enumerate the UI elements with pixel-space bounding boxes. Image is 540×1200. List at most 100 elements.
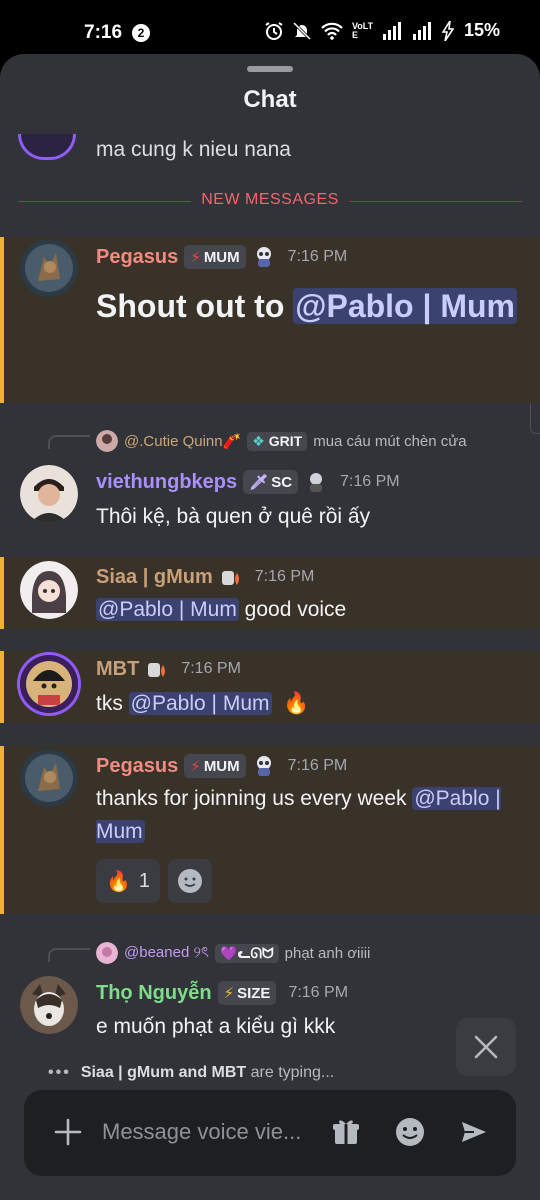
signal-icon-2 <box>412 21 431 40</box>
lightning-icon: ⚡ <box>223 985 235 1002</box>
role-tag-label: MUM <box>203 248 240 266</box>
message-time: 7:16 PM <box>288 984 349 1001</box>
lightning-icon: ⚡ <box>190 249 201 266</box>
emoji-icon[interactable] <box>394 1116 426 1148</box>
message-text: thanks for joinning us every week <box>96 787 413 810</box>
reaction-count: 1 <box>138 869 151 892</box>
message-author[interactable]: MBT <box>96 658 139 681</box>
reply-role-tag: ❖ GRIT <box>247 431 308 451</box>
reply-text: phạt anh ơiiii <box>284 944 371 962</box>
status-bar: 7:16 2 VoLTE 15% <box>0 0 540 54</box>
sword-icon: 🗡 <box>249 474 269 491</box>
reply-preview[interactable]: @beaned ୨ৎ 💜ᓚᘏᗢ phạt anh ơiiii <box>96 941 370 965</box>
avatar[interactable] <box>20 561 78 619</box>
wifi-icon <box>321 22 343 40</box>
role-tag-label: MUM <box>203 757 240 775</box>
gift-icon[interactable] <box>330 1116 362 1148</box>
message-author[interactable]: Pegasus <box>96 755 178 778</box>
heart-icon: 💜 <box>219 944 238 961</box>
reply-role-tag-label: ᓚᘏᗢ <box>237 944 274 961</box>
typing-indicator: ••• Siaa | gMum and MBT are typing... <box>48 1064 334 1082</box>
message-body: tks @Pablo | Mum 🔥 <box>96 687 520 720</box>
badge-icon <box>148 663 166 677</box>
user-mention[interactable]: @Pablo | Mum <box>128 692 272 715</box>
reply-avatar <box>96 430 118 452</box>
reply-avatar <box>96 942 118 964</box>
reply-role-tag-label: GRIT <box>268 432 303 449</box>
notification-count-badge: 2 <box>132 24 150 42</box>
message-body: Thôi kệ, bà quen ở quê rồi ấy <box>96 505 371 528</box>
reply-connector <box>48 948 90 962</box>
avatar[interactable] <box>20 976 78 1034</box>
role-tag[interactable]: 🗡 SC <box>243 470 299 494</box>
reply-preview[interactable]: @.Cutie Quinn🧨 ❖ GRIT mua cáu mút chèn c… <box>96 429 467 453</box>
mute-bell-icon <box>292 21 312 40</box>
message-composer <box>24 1090 516 1176</box>
badge-icon <box>256 247 271 267</box>
user-mention[interactable]: @Pablo | Mum <box>96 598 239 621</box>
close-button[interactable] <box>456 1018 516 1076</box>
alarm-icon <box>265 21 283 40</box>
message-author[interactable]: Pegasus <box>96 246 178 269</box>
message-item[interactable]: Siaa | gMum 7:16 PM @Pablo | Mum good vo… <box>0 557 540 629</box>
typing-dots-icon: ••• <box>48 1064 71 1081</box>
message-time: 7:16 PM <box>340 473 400 490</box>
drag-handle[interactable] <box>247 66 293 72</box>
role-tag[interactable]: ⚡ MUM <box>184 245 246 269</box>
message-input[interactable] <box>102 1112 312 1152</box>
role-tag[interactable]: ⚡ SIZE <box>217 981 277 1005</box>
status-icons: VoLTE 15% <box>264 20 500 41</box>
avatar[interactable] <box>20 749 78 807</box>
role-tag[interactable]: ⚡ MUM <box>184 754 246 778</box>
message-item[interactable]: Pegasus ⚡ MUM 7:16 PM Shout out to @Pablo… <box>0 237 540 403</box>
reply-role-tag: 💜ᓚᘏᗢ <box>214 943 279 963</box>
message-item[interactable]: viethungbkeps 🗡 SC 7:16 PM Thôi kệ, bà qu… <box>0 457 540 537</box>
fire-emoji: 🔥 <box>283 692 310 715</box>
reaction-emoji: 🔥 <box>106 870 131 893</box>
plus-icon[interactable] <box>52 1116 84 1148</box>
avatar[interactable] <box>20 655 78 713</box>
message-time: 7:16 PM <box>254 568 315 585</box>
close-icon <box>474 1035 498 1059</box>
charging-icon <box>441 20 454 41</box>
message-author[interactable]: Thọ Nguyễn <box>96 982 212 1005</box>
diamond-icon: ❖ <box>252 432 265 449</box>
typing-suffix: are typing... <box>246 1064 335 1081</box>
message-text: tks <box>96 692 129 715</box>
message-author[interactable]: Siaa | gMum <box>96 566 213 589</box>
signal-icon-1 <box>382 21 401 40</box>
reply-text: mua cáu mút chèn cửa <box>313 432 467 450</box>
send-icon[interactable] <box>458 1116 490 1148</box>
message-item[interactable]: MBT 7:16 PM tks @Pablo | Mum 🔥 <box>0 651 540 723</box>
message-item[interactable]: Pegasus ⚡ MUM 7:16 PM thanks for joinning… <box>0 746 540 914</box>
avatar[interactable] <box>20 239 78 297</box>
message-body: @Pablo | Mum good voice <box>96 593 520 626</box>
reply-connector <box>48 435 90 449</box>
avatar[interactable] <box>18 134 76 160</box>
badge-icon <box>256 756 271 776</box>
badge-icon <box>221 571 239 585</box>
message-author[interactable]: viethungbkeps <box>96 471 237 494</box>
message-body: Shout out to @Pablo | Mum <box>96 281 520 331</box>
volte-label: VoLTE <box>351 20 374 40</box>
avatar[interactable] <box>20 465 78 523</box>
previous-message-text: ma cung k nieu nana <box>96 138 291 161</box>
chat-sheet: Chat ma cung k nieu nana NEW MESSAGES Pe… <box>0 54 540 1200</box>
status-time: 7:16 <box>84 22 123 43</box>
new-messages-label: NEW MESSAGES <box>191 191 349 209</box>
smiley-icon <box>178 869 203 893</box>
reply-author[interactable]: @.Cutie Quinn🧨 <box>124 432 241 450</box>
message-body: thanks for joinning us every week @Pablo… <box>96 782 520 848</box>
add-reaction-button[interactable] <box>168 859 213 903</box>
reaction-fire[interactable]: 🔥 1 <box>96 859 161 903</box>
battery-percent: 15% <box>463 20 500 40</box>
reply-author[interactable]: @beaned ୨ৎ <box>124 941 209 966</box>
message-text: Shout out to <box>96 288 294 324</box>
role-tag-label: SIZE <box>237 984 271 1002</box>
page-title: Chat <box>243 86 297 113</box>
user-mention[interactable]: @Pablo | Mum <box>293 288 517 324</box>
typing-names: Siaa | gMum and MBT <box>80 1064 247 1081</box>
reactions: 🔥 1 <box>96 859 213 903</box>
message-time: 7:16 PM <box>287 248 348 265</box>
message-time: 7:16 PM <box>287 757 348 774</box>
